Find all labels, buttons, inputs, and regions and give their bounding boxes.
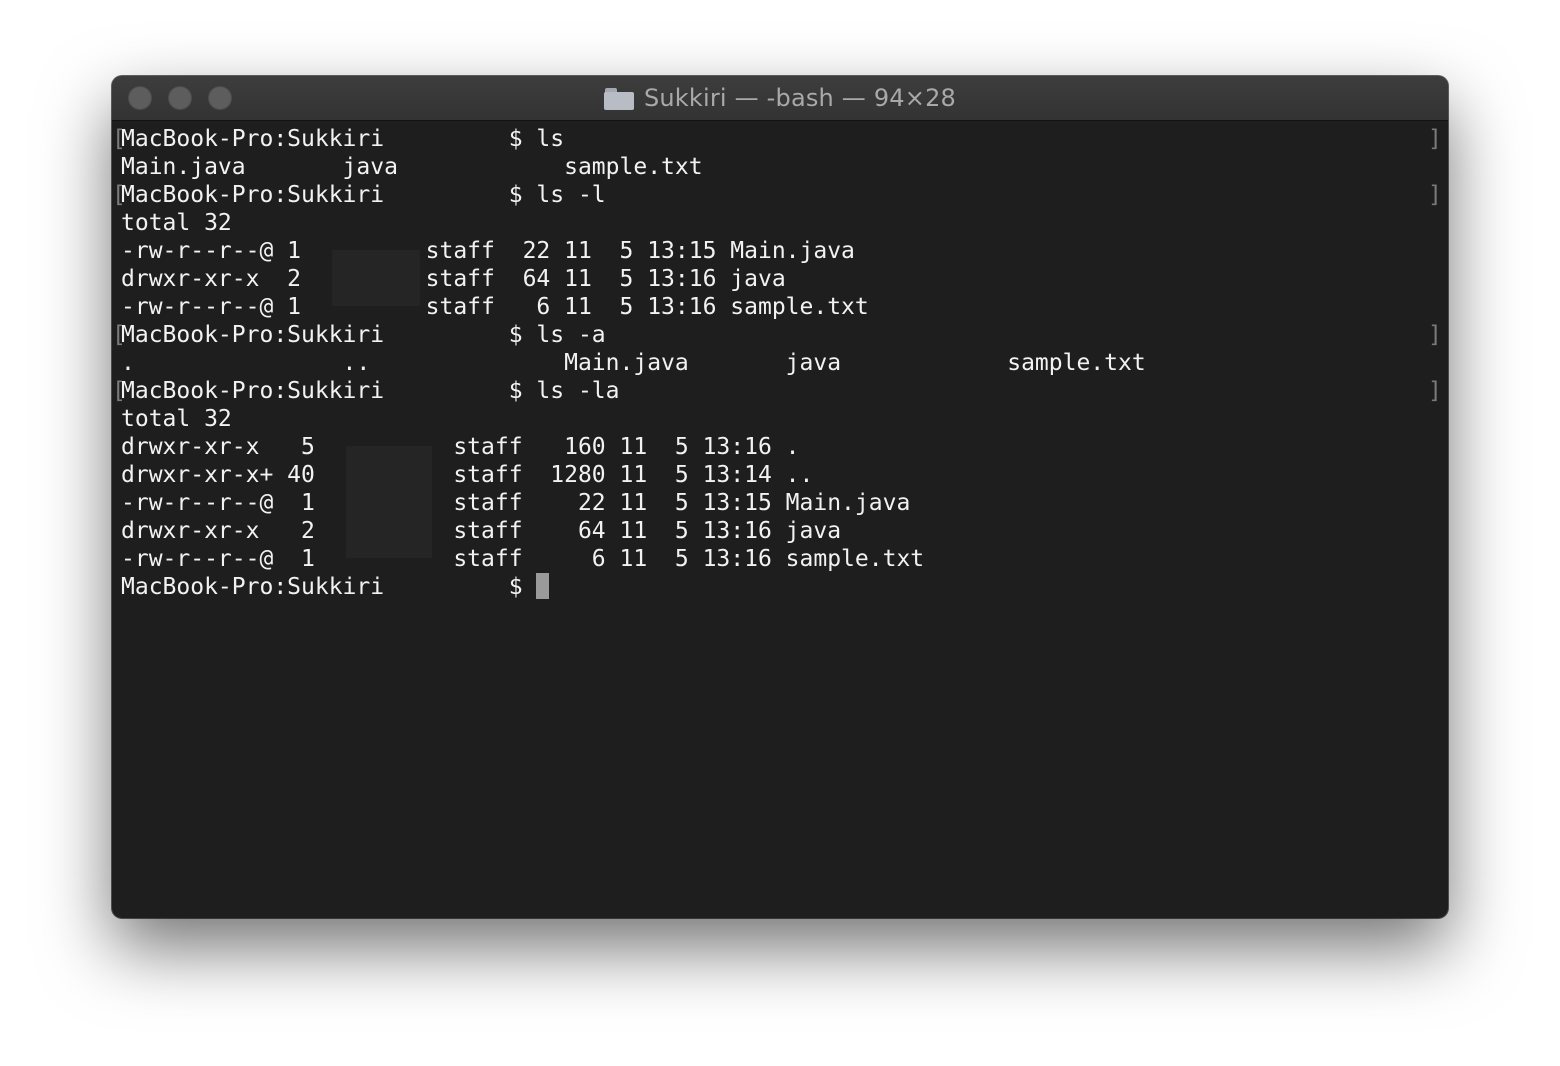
output-line: drwxr-xr-x 5 staff 160 11 5 13:16 . xyxy=(121,434,800,460)
output-line: total 32 xyxy=(121,210,232,236)
selection-mark-right: ] xyxy=(1428,182,1442,208)
output-line: drwxr-xr-x 2 staff 64 11 5 13:16 java xyxy=(121,518,842,544)
prompt-line[interactable]: MacBook-Pro:Sukkiri $ xyxy=(121,573,550,601)
selection-mark-right: ] xyxy=(1428,378,1442,404)
selection-mark-right: ] xyxy=(1428,126,1442,152)
output-line: -rw-r--r--@ 1 staff 6 11 5 13:16 sample.… xyxy=(121,294,869,320)
line-text: MacBook-Pro:Sukkiri $ ls -a xyxy=(121,322,606,348)
output-line: -rw-r--r--@ 1 staff 6 11 5 13:16 sample.… xyxy=(121,546,925,572)
folder-icon-body xyxy=(603,91,634,110)
prompt-line: [MacBook-Pro:Sukkiri $ ls -a xyxy=(112,321,606,349)
terminal-output[interactable]: [MacBook-Pro:Sukkiri $ ls ] Main.java ja… xyxy=(112,121,1448,918)
line-text: MacBook-Pro:Sukkiri $ ls -la xyxy=(121,378,620,404)
selection-mark-left: [ xyxy=(112,182,126,208)
folder-icon xyxy=(603,87,634,110)
prompt-line: [MacBook-Pro:Sukkiri $ ls xyxy=(112,125,565,153)
output-line: drwxr-xr-x+ 40 staff 1280 11 5 13:14 .. xyxy=(121,462,814,488)
prompt-line: [MacBook-Pro:Sukkiri $ ls -l xyxy=(112,181,606,209)
selection-mark-left: [ xyxy=(112,126,126,152)
output-line: -rw-r--r--@ 1 staff 22 11 5 13:15 Main.j… xyxy=(121,490,911,516)
output-line: drwxr-xr-x 2 staff 64 11 5 13:16 java xyxy=(121,266,786,292)
selection-mark-left: [ xyxy=(112,378,126,404)
selection-mark-right: ] xyxy=(1428,322,1442,348)
output-line: -rw-r--r--@ 1 staff 22 11 5 13:15 Main.j… xyxy=(121,238,855,264)
output-line: . .. Main.java java sample.txt xyxy=(121,350,1146,376)
output-line: total 32 xyxy=(121,406,232,432)
window-title: Sukkiri — -bash — 94×28 xyxy=(643,84,957,112)
terminal-window: Sukkiri — -bash — 94×28 [MacBook-Pro:Suk… xyxy=(112,76,1448,918)
prompt-line: [MacBook-Pro:Sukkiri $ ls -la xyxy=(112,377,620,405)
line-text: MacBook-Pro:Sukkiri $ ls -l xyxy=(121,182,606,208)
window-title-area: Sukkiri — -bash — 94×28 xyxy=(112,76,1448,120)
line-text: MacBook-Pro:Sukkiri $ xyxy=(121,574,537,600)
selection-mark-left: [ xyxy=(112,322,126,348)
line-text: MacBook-Pro:Sukkiri $ ls xyxy=(121,126,565,152)
title-bar[interactable]: Sukkiri — -bash — 94×28 xyxy=(112,76,1448,121)
output-line: Main.java java sample.txt xyxy=(121,154,703,180)
cursor xyxy=(536,573,550,599)
